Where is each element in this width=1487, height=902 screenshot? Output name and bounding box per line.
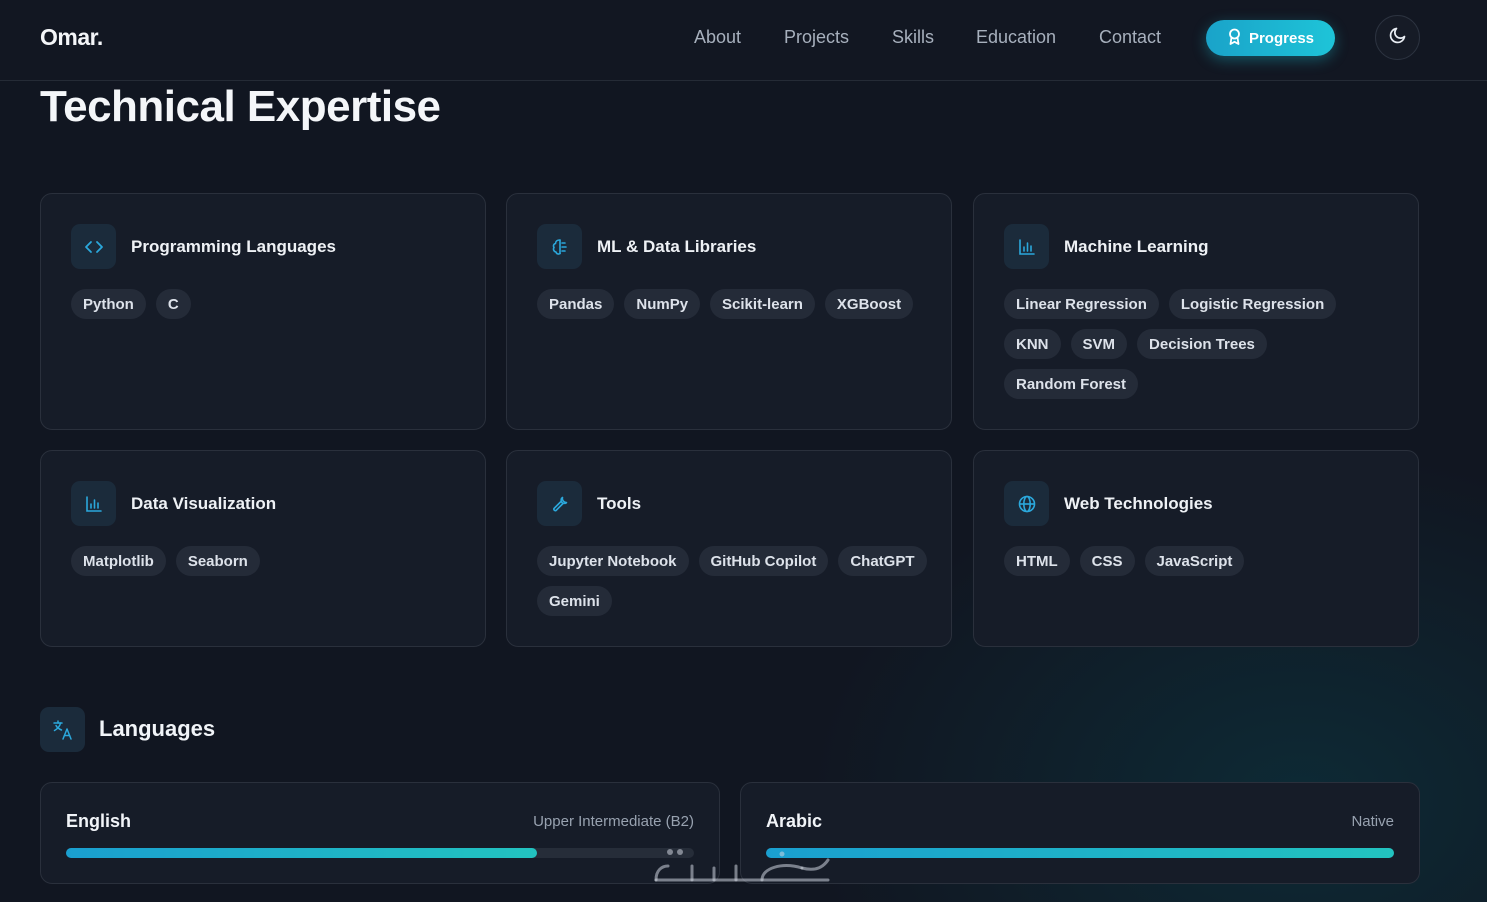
language-name: Arabic (766, 811, 823, 831)
skill-tag: C (155, 289, 191, 319)
skill-tag: SVM (1070, 329, 1128, 359)
skill-tag: Logistic Regression (1168, 289, 1337, 319)
skill-tag: Python (71, 289, 146, 319)
bar-chart-icon (71, 481, 116, 526)
skill-tag: Scikit-learn (710, 289, 815, 319)
logo[interactable]: Omar. (40, 24, 103, 51)
skill-card-web-technologies: Web Technologies HTML CSS JavaScript (973, 450, 1419, 647)
tag-list: Python C (71, 289, 461, 319)
language-level: Native (1351, 813, 1394, 830)
language-level: Upper Intermediate (B2) (533, 813, 694, 830)
language-card-english: English Upper Intermediate (B2) (40, 782, 720, 884)
tag-list: Pandas NumPy Scikit-learn XGBoost (537, 289, 927, 319)
navbar: Omar. About Projects Skills Education Co… (0, 0, 1487, 81)
skill-tag: GitHub Copilot (698, 546, 829, 576)
skill-tag: ChatGPT (838, 546, 927, 576)
card-title: ML & Data Libraries (597, 237, 757, 256)
award-icon (1227, 28, 1242, 49)
languages-heading: Languages (99, 716, 216, 741)
skill-card-programming-languages: Programming Languages Python C (40, 193, 486, 430)
nav-projects[interactable]: Projects (784, 27, 849, 48)
skill-tag: Jupyter Notebook (537, 546, 689, 576)
skill-tag: HTML (1004, 546, 1070, 576)
nav-about[interactable]: About (694, 27, 741, 48)
skill-card-machine-learning: Machine Learning Linear Regression Logis… (973, 193, 1419, 430)
translate-icon (40, 707, 85, 752)
language-progress-track (766, 848, 1394, 858)
skill-tag: JavaScript (1144, 546, 1245, 576)
skill-tag: Decision Trees (1137, 329, 1267, 359)
tag-list: Matplotlib Seaborn (71, 546, 461, 576)
language-card-arabic: Arabic Native (740, 782, 1420, 884)
skill-card-ml-data-libraries: ML & Data Libraries Pandas NumPy Scikit-… (506, 193, 952, 430)
language-name: English (66, 811, 132, 831)
skill-card-data-visualization: Data Visualization Matplotlib Seaborn (40, 450, 486, 647)
card-title: Machine Learning (1064, 237, 1209, 256)
skill-tag: Matplotlib (71, 546, 166, 576)
language-progress-fill (766, 848, 1394, 858)
card-title: Tools (597, 494, 642, 513)
tag-list: HTML CSS JavaScript (1004, 546, 1394, 576)
bar-chart-icon (1004, 224, 1049, 269)
skill-tag: KNN (1004, 329, 1061, 359)
section-title: Technical Expertise (40, 82, 441, 131)
language-progress-track (66, 848, 694, 858)
skill-card-tools: Tools Jupyter Notebook GitHub Copilot Ch… (506, 450, 952, 647)
tag-list: Linear Regression Logistic Regression KN… (1004, 289, 1394, 399)
skill-tag: CSS (1079, 546, 1135, 576)
code-icon (71, 224, 116, 269)
watermark-logo (654, 849, 830, 882)
skill-tag: NumPy (624, 289, 701, 319)
card-title: Data Visualization (131, 494, 277, 513)
nav-skills[interactable]: Skills (892, 27, 934, 48)
skill-tag: Gemini (537, 586, 612, 616)
skill-tag: Seaborn (175, 546, 260, 576)
skill-tag: XGBoost (824, 289, 914, 319)
nav-contact[interactable]: Contact (1099, 27, 1161, 48)
globe-icon (1004, 481, 1049, 526)
progress-button-label: Progress (1248, 29, 1315, 47)
skill-tag: Pandas (537, 289, 615, 319)
tag-list: Jupyter Notebook GitHub Copilot ChatGPT … (537, 546, 927, 616)
moon-icon (1389, 26, 1407, 49)
progress-button[interactable]: Progress (1206, 20, 1335, 56)
skill-tag: Linear Regression (1004, 289, 1159, 319)
language-progress-fill (66, 848, 537, 858)
brain-icon (537, 224, 582, 269)
theme-toggle-button[interactable] (1375, 15, 1420, 60)
wrench-icon (537, 481, 582, 526)
nav-education[interactable]: Education (976, 27, 1056, 48)
card-title: Web Technologies (1064, 494, 1213, 513)
skill-tag: Random Forest (1004, 369, 1139, 399)
card-title: Programming Languages (131, 237, 336, 256)
